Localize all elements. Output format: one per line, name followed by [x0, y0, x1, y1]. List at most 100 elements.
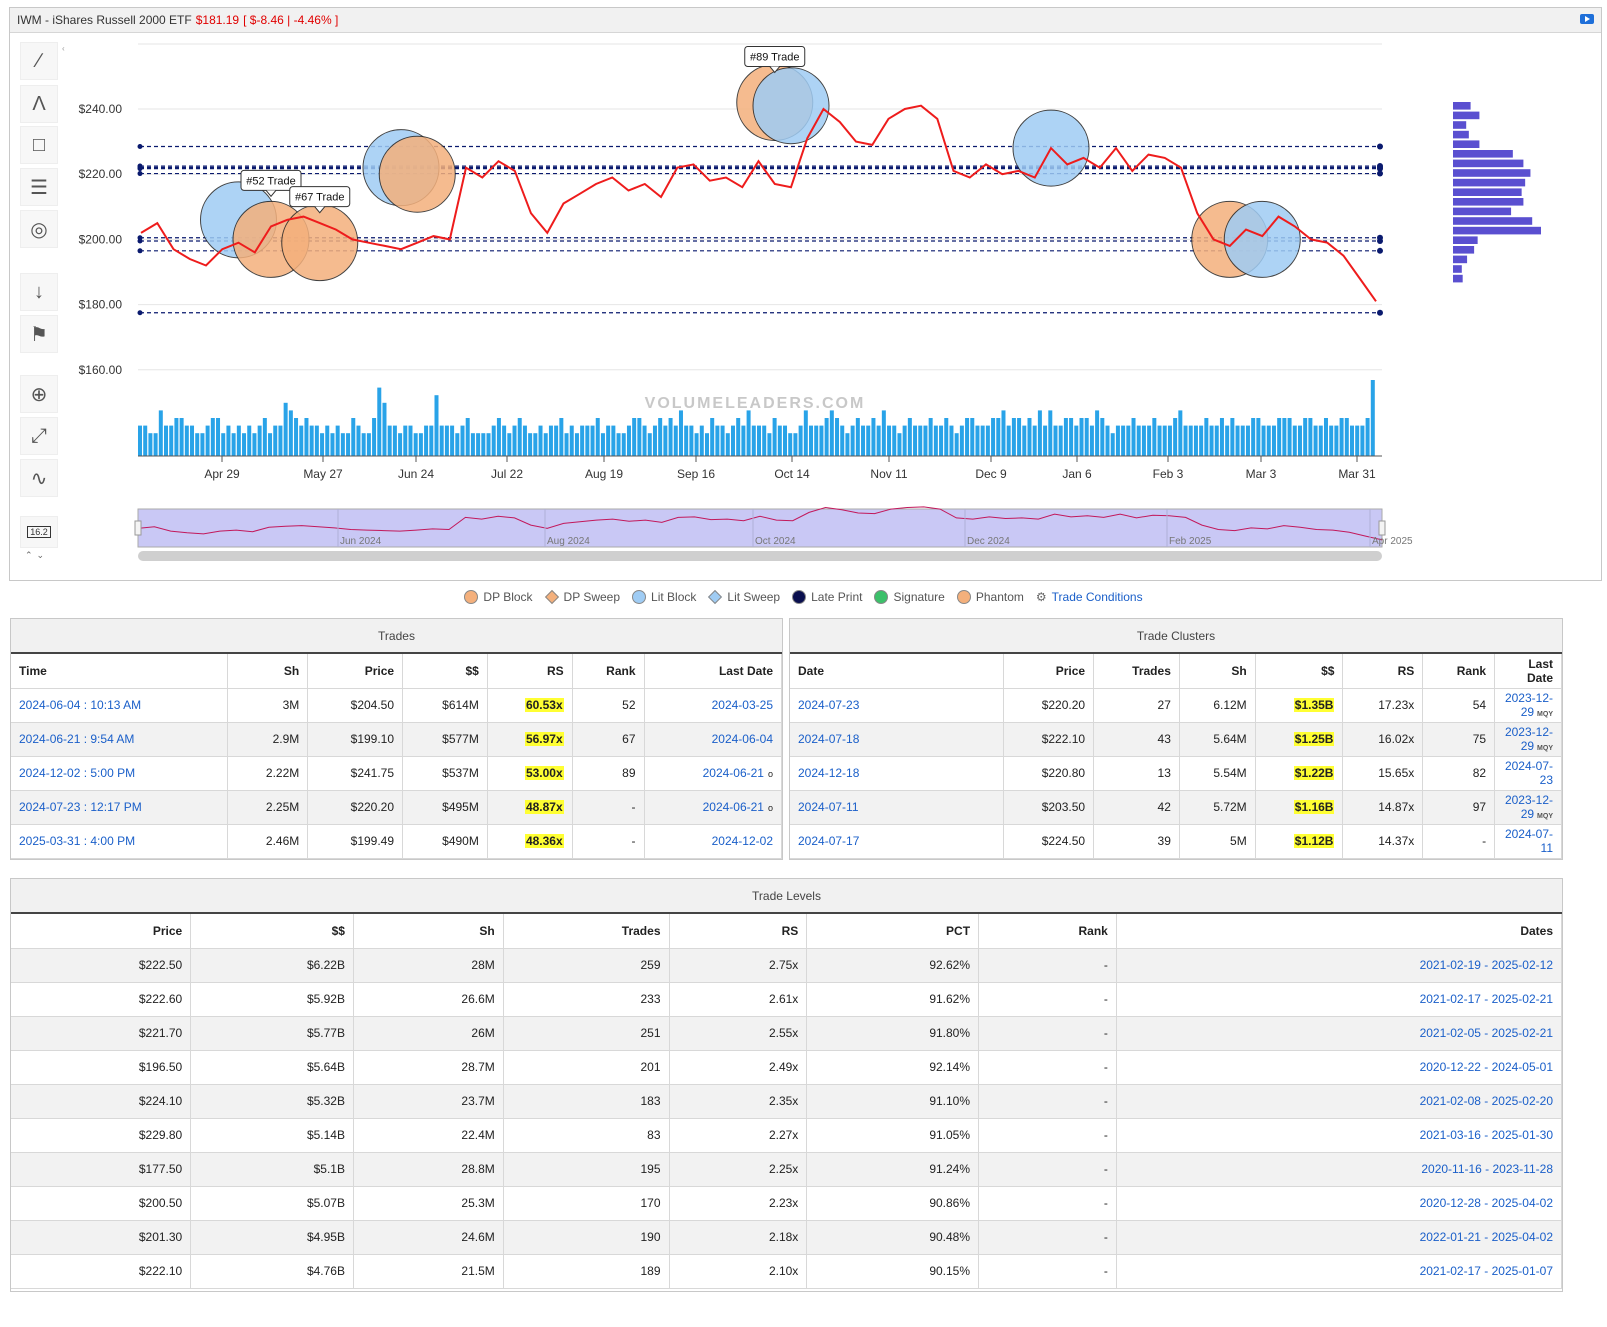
column-header[interactable]: $$	[190, 914, 354, 949]
level-dates-link[interactable]: 2021-02-08 - 2025-02-20	[1116, 1084, 1563, 1119]
trendline-icon[interactable]: ∕	[20, 42, 58, 80]
level-rank: -	[978, 1254, 1117, 1289]
column-header[interactable]: Last Date	[644, 654, 782, 689]
level-dates-link[interactable]: 2022-01-21 - 2025-04-02	[1116, 1220, 1563, 1255]
volume-bar	[1053, 425, 1058, 456]
volume-bar	[460, 425, 465, 456]
column-header[interactable]: PCT	[806, 914, 980, 949]
video-icon[interactable]	[1580, 14, 1594, 24]
trade-time-link[interactable]: 2024-07-23 : 12:17 PM	[11, 790, 229, 825]
legend-item-dp-block[interactable]: DP Block	[464, 590, 533, 604]
column-header[interactable]: Date	[790, 654, 1005, 689]
trade-last-date-link[interactable]: 2024-03-25	[644, 688, 782, 723]
level-rs: 2.23x	[669, 1186, 808, 1221]
column-header[interactable]: RS	[1342, 654, 1424, 689]
column-header[interactable]: Sh	[353, 914, 504, 949]
column-header[interactable]: Last Date	[1494, 654, 1562, 689]
trade-conditions-link[interactable]: ⚙ Trade Conditions	[1036, 590, 1143, 604]
volume-bar	[439, 425, 444, 456]
legend-item-late-print[interactable]: Late Print	[792, 590, 862, 604]
column-header[interactable]: Rank	[572, 654, 645, 689]
column-header[interactable]: Sh	[1179, 654, 1256, 689]
cluster-date-link[interactable]: 2024-07-11	[790, 790, 1005, 825]
level-dates-link[interactable]: 2020-12-22 - 2024-05-01	[1116, 1050, 1563, 1085]
column-header[interactable]: Price	[1003, 654, 1095, 689]
level-pct: 91.62%	[806, 982, 980, 1017]
volume-bar	[704, 433, 709, 456]
level-dates-link[interactable]: 2021-02-17 - 2025-02-21	[1116, 982, 1563, 1017]
abc-pattern-icon[interactable]: Λ	[20, 85, 58, 123]
cluster-date-link[interactable]: 2024-12-18	[790, 756, 1005, 791]
legend-item-phantom[interactable]: Phantom	[956, 590, 1024, 604]
legend-item-dp-sweep[interactable]: DP Sweep	[544, 589, 620, 605]
volume-bar	[788, 433, 793, 456]
column-header[interactable]: $$	[1255, 654, 1344, 689]
column-header[interactable]: Price	[11, 914, 192, 949]
volume-bar	[1022, 425, 1027, 456]
legend-item-lit-block[interactable]: Lit Block	[632, 590, 696, 604]
volume-bar	[1032, 425, 1037, 456]
level-dates-link[interactable]: 2020-11-16 - 2023-11-28	[1116, 1152, 1563, 1187]
table-row: 2024-06-21 : 9:54 AM 2.9M $199.10 $577M 56.9…	[11, 722, 782, 757]
volume-bar	[767, 433, 772, 456]
scroll-arrows-icon[interactable]: ⌃⌄	[25, 550, 48, 561]
cluster-last-date-link[interactable]: 2023-12-29 MQY	[1494, 790, 1562, 825]
level-trades: 170	[503, 1186, 670, 1221]
level-pct: 90.48%	[806, 1220, 980, 1255]
column-header[interactable]: RS	[487, 654, 573, 689]
table-row: 2025-03-31 : 4:00 PM 2.46M $199.49 $490M 48.…	[11, 824, 782, 859]
volume-profile-bar	[1453, 246, 1475, 254]
column-header[interactable]: Price	[307, 654, 404, 689]
cluster-last-date-link[interactable]: 2023-12-29 MQY	[1494, 722, 1562, 757]
crosshair-select-icon[interactable]: □	[20, 126, 58, 164]
trade-time-link[interactable]: 2025-03-31 : 4:00 PM	[11, 824, 229, 859]
column-header[interactable]: Time	[11, 654, 229, 689]
flag-marker-icon[interactable]: ⚑	[20, 315, 58, 353]
cluster-date-link[interactable]: 2024-07-23	[790, 688, 1005, 723]
trade-last-date-link[interactable]: 2024-06-04	[644, 722, 782, 757]
trade-time-link[interactable]: 2024-12-02 : 5:00 PM	[11, 756, 229, 791]
column-header[interactable]: Trades	[503, 914, 670, 949]
trade-last-date-link[interactable]: 2024-06-21 o	[644, 756, 782, 791]
volume-bar	[1131, 418, 1136, 456]
level-dates-link[interactable]: 2021-02-19 - 2025-02-12	[1116, 948, 1563, 983]
level-dates-link[interactable]: 2020-12-28 - 2025-04-02	[1116, 1186, 1563, 1221]
price-chart[interactable]: $240.00 $220.00 $200.00 $180.00 $160.00 #52 T…	[10, 34, 1601, 580]
volume-bar	[538, 425, 543, 456]
legend-item-lit-sweep[interactable]: Lit Sweep	[708, 589, 780, 605]
cluster-date-link[interactable]: 2024-07-17	[790, 824, 1005, 859]
zoom-target-icon[interactable]: ⊕	[20, 375, 58, 413]
level-dates-link[interactable]: 2021-03-16 - 2025-01-30	[1116, 1118, 1563, 1153]
column-header[interactable]: Dates	[1116, 914, 1563, 949]
column-header[interactable]: RS	[669, 914, 808, 949]
level-dates-link[interactable]: 2021-02-05 - 2025-02-21	[1116, 1016, 1563, 1051]
indicator-icon[interactable]: ∿	[20, 459, 58, 497]
cluster-last-date-link[interactable]: 2024-07-11	[1494, 824, 1562, 859]
legend-item-signature[interactable]: Signature	[874, 590, 945, 604]
grid-lines-icon[interactable]: ☰	[20, 168, 58, 206]
column-header[interactable]: Rank	[978, 914, 1117, 949]
level-dates-link[interactable]: 2021-02-17 - 2025-01-07	[1116, 1254, 1563, 1289]
column-header[interactable]: $$	[402, 654, 488, 689]
column-header[interactable]: Sh	[227, 654, 309, 689]
volume-bar	[1240, 425, 1245, 456]
collapse-toolbar-icon[interactable]: ‹	[62, 44, 65, 53]
volume-bar	[1121, 425, 1126, 456]
volume-profile-bar	[1453, 140, 1480, 148]
expand-icon[interactable]: ⤢	[20, 417, 58, 455]
trade-time-link[interactable]: 2024-06-21 : 9:54 AM	[11, 722, 229, 757]
visibility-count-icon[interactable]: 16.2	[20, 516, 58, 548]
hide-eye-icon[interactable]: ◎	[20, 210, 58, 248]
volume-bar	[1074, 425, 1079, 456]
volume-bar	[902, 425, 907, 456]
volume-bar	[1318, 425, 1323, 456]
column-header[interactable]: Rank	[1422, 654, 1496, 689]
cluster-last-date-link[interactable]: 2023-12-29 MQY	[1494, 688, 1562, 723]
trade-last-date-link[interactable]: 2024-12-02	[644, 824, 782, 859]
cluster-date-link[interactable]: 2024-07-18	[790, 722, 1005, 757]
cluster-last-date-link[interactable]: 2024-07-23	[1494, 756, 1562, 791]
column-header[interactable]: Trades	[1093, 654, 1180, 689]
sort-123-icon[interactable]: ↓	[20, 273, 58, 311]
trade-time-link[interactable]: 2024-06-04 : 10:13 AM	[11, 688, 229, 723]
trade-last-date-link[interactable]: 2024-06-21 o	[644, 790, 782, 825]
